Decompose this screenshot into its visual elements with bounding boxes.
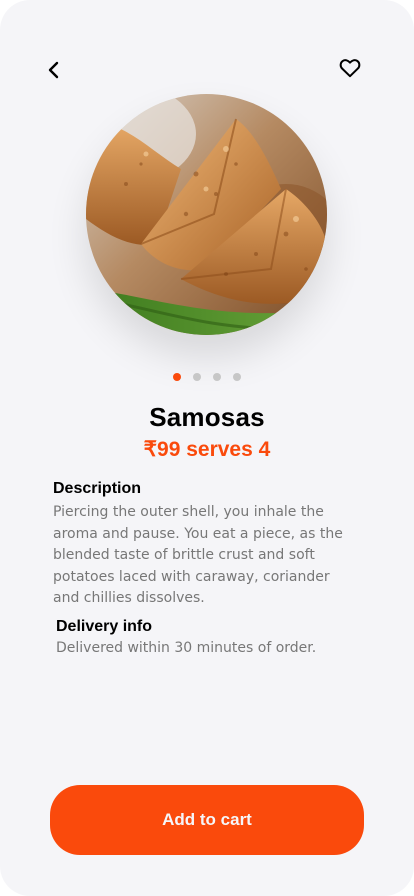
favorite-button[interactable] — [334, 54, 366, 86]
delivery-info-text: Delivered within 30 minutes of order. — [56, 640, 317, 656]
back-button[interactable] — [40, 56, 68, 88]
carousel-dot-1[interactable] — [173, 373, 181, 381]
heart-outline-icon — [339, 58, 361, 83]
carousel-dot-2[interactable] — [193, 373, 201, 381]
delivery-info-heading: Delivery info — [56, 618, 153, 635]
samosa-photo — [86, 94, 327, 335]
product-price: ₹99 serves 4 — [143, 438, 271, 461]
carousel-dot-3[interactable] — [213, 373, 221, 381]
add-to-cart-button[interactable]: Add to cart — [50, 785, 364, 855]
top-bar — [0, 56, 414, 88]
product-detail-screen: Samosas ₹99 serves 4 Description Piercin… — [0, 0, 414, 896]
description-heading: Description — [53, 480, 142, 497]
add-to-cart-label: Add to cart — [162, 810, 252, 829]
description-text: Piercing the outer shell, you inhale the… — [53, 504, 343, 606]
chevron-left-icon — [47, 60, 61, 85]
carousel-dot-4[interactable] — [233, 373, 241, 381]
product-image — [86, 94, 327, 335]
carousel-dots — [0, 373, 414, 381]
product-title: Samosas — [149, 402, 265, 432]
